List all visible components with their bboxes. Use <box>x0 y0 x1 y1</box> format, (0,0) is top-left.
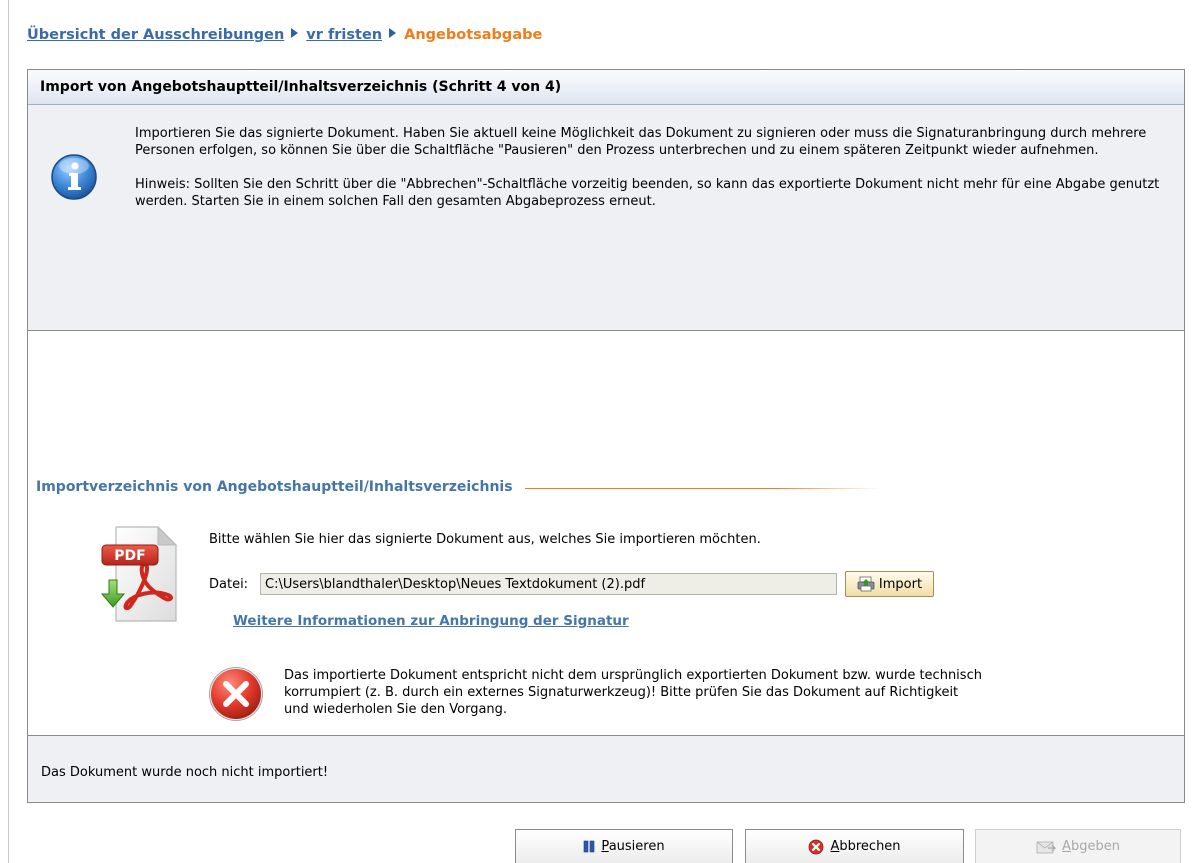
submit-button[interactable]: Abgeben <box>975 829 1181 863</box>
breadcrumb-link-vr-fristen[interactable]: vr fristen <box>306 27 382 43</box>
cancel-button[interactable]: Abbrechen <box>745 829 964 863</box>
info-icon <box>51 154 97 200</box>
submit-icon <box>1036 841 1057 853</box>
printer-import-icon <box>857 576 875 592</box>
breadcrumb: Übersicht der Ausschreibungen vr fristen… <box>27 27 542 43</box>
wizard-panel: Import von Angebotshauptteil/Inhaltsverz… <box>27 69 1185 803</box>
pause-icon <box>584 840 595 853</box>
info-text: Importieren Sie das signierte Dokument. … <box>135 125 1170 210</box>
cancel-icon <box>809 839 824 854</box>
pdf-badge: PDF <box>114 548 145 564</box>
pdf-file-icon: PDF <box>100 525 178 622</box>
import-section-header: Importverzeichnis von Angebotshauptteil/… <box>36 479 880 495</box>
import-content: Importverzeichnis von Angebotshauptteil/… <box>28 331 1184 735</box>
section-divider <box>524 487 880 489</box>
submit-button-label: Abgeben <box>1062 839 1120 854</box>
error-message: Das importierte Dokument entspricht nich… <box>284 668 982 717</box>
breadcrumb-current: Angebotsabgabe <box>404 27 543 43</box>
wizard-title: Import von Angebotshauptteil/Inhaltsverz… <box>28 70 1184 105</box>
error-icon <box>209 667 263 721</box>
window-left-border <box>8 0 9 863</box>
status-text: Das Dokument wurde noch nicht importiert… <box>41 765 329 780</box>
info-hint: Hinweis: Sollten Sie den Schritt über di… <box>135 177 1160 209</box>
arrow-right-icon <box>388 27 397 43</box>
cancel-button-label: Abbrechen <box>830 839 901 854</box>
info-paragraph: Importieren Sie das signierte Dokument. … <box>135 126 1147 158</box>
info-box: Importieren Sie das signierte Dokument. … <box>28 105 1184 331</box>
import-instruction: Bitte wählen Sie hier das signierte Doku… <box>209 532 761 547</box>
pause-button-label: Pausieren <box>601 839 665 854</box>
import-section-title: Importverzeichnis von Angebotshauptteil/… <box>36 479 513 495</box>
arrow-right-icon <box>290 27 299 43</box>
file-label: Datei: <box>209 577 249 592</box>
pause-button[interactable]: Pausieren <box>515 829 733 863</box>
file-path-input[interactable] <box>260 573 837 595</box>
status-bar: Das Dokument wurde noch nicht importiert… <box>28 735 1184 802</box>
signature-info-link[interactable]: Weitere Informationen zur Anbringung der… <box>233 613 629 629</box>
import-button[interactable]: Import <box>845 571 934 597</box>
import-button-label: Import <box>878 576 923 592</box>
breadcrumb-link-overview[interactable]: Übersicht der Ausschreibungen <box>27 27 284 43</box>
